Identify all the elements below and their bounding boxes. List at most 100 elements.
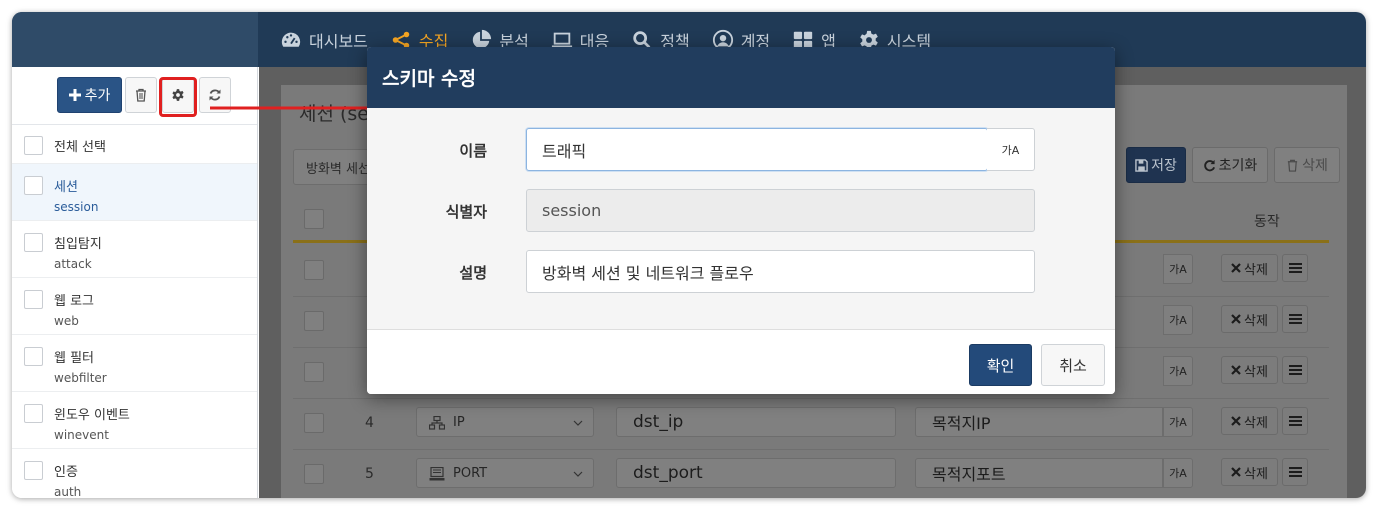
col-action: 동작: [1254, 214, 1280, 230]
item-label: 인증: [54, 465, 78, 480]
field-type-label: PORT: [453, 465, 488, 481]
reset-button[interactable]: 초기화: [1192, 147, 1268, 183]
description-label: 설명: [459, 264, 487, 282]
floppy-icon: [1135, 158, 1148, 172]
chevron-down-icon: [573, 420, 583, 426]
field-name-input[interactable]: dst_ip: [616, 407, 896, 437]
field-type-select[interactable]: IP: [416, 407, 594, 437]
select-all-row[interactable]: 전체 선택: [12, 125, 257, 164]
row-delete-button[interactable]: 삭제: [1221, 356, 1278, 384]
modal-title: 스키마 수정: [367, 47, 1115, 108]
row-delete-button[interactable]: 삭제: [1221, 305, 1278, 333]
schema-list: 전체 선택 세션 session 침입탐지 attack 웹 로그 web 웹 …: [12, 125, 257, 498]
row-checkbox[interactable]: [304, 464, 324, 484]
close-icon: [1231, 416, 1241, 426]
add-schema-button[interactable]: 추가: [57, 77, 122, 113]
item-code: auth: [54, 485, 82, 498]
save-button[interactable]: 저장: [1126, 147, 1186, 183]
row-delete-button[interactable]: 삭제: [1221, 254, 1278, 282]
table-row: 5 PORT dst_port 목적지포트 가A 삭제: [293, 450, 1329, 498]
field-name-input[interactable]: dst_port: [616, 458, 896, 488]
item-code: webfilter: [54, 371, 107, 385]
list-item[interactable]: 웹 로그 web: [12, 278, 257, 335]
modal-footer: 확인 취소: [367, 330, 1115, 394]
row-checkbox[interactable]: [304, 311, 324, 331]
nav-dashboard[interactable]: 대시보드: [280, 28, 368, 52]
korean-toggle-button[interactable]: 가A: [1163, 407, 1193, 437]
row-delete-label: 삭제: [1244, 364, 1268, 380]
item-checkbox[interactable]: [24, 176, 43, 195]
row-delete-button[interactable]: 삭제: [1221, 407, 1278, 435]
menu-icon: [1288, 263, 1302, 273]
nav-dashboard-label: 대시보드: [309, 31, 368, 51]
dashboard-icon: [281, 32, 301, 47]
item-checkbox[interactable]: [24, 233, 43, 252]
schema-sidebar: 추가 전체 선택 세션 session 침입탐지 attack 웹 로그 web…: [12, 67, 258, 498]
korean-toggle-button[interactable]: 가A: [1163, 254, 1193, 284]
item-checkbox[interactable]: [24, 404, 43, 423]
row-menu-button[interactable]: [1282, 458, 1308, 486]
list-item[interactable]: 침입탐지 attack: [12, 221, 257, 278]
header-checkbox[interactable]: [304, 209, 324, 229]
identifier-field: session: [526, 189, 1035, 232]
row-menu-button[interactable]: [1282, 305, 1308, 333]
list-item[interactable]: 인증 auth: [12, 449, 257, 498]
korean-toggle-button[interactable]: 가A: [1163, 305, 1193, 335]
identifier-label: 식별자: [445, 203, 487, 221]
row-menu-button[interactable]: [1282, 356, 1308, 384]
field-type-label: IP: [453, 414, 465, 430]
server-icon: [429, 467, 445, 481]
item-checkbox[interactable]: [24, 290, 43, 309]
reset-label: 초기화: [1218, 158, 1258, 174]
row-checkbox[interactable]: [304, 260, 324, 280]
edit-schema-modal: 스키마 수정 이름 트래픽 가A 식별자 session 설명 방화벽 세션 및…: [367, 47, 1115, 394]
item-code: attack: [54, 257, 92, 271]
close-icon: [1231, 365, 1241, 375]
item-checkbox[interactable]: [24, 347, 43, 366]
list-item[interactable]: 웹 필터 webfilter: [12, 335, 257, 392]
row-checkbox[interactable]: [304, 413, 324, 433]
item-label: 웹 로그: [54, 294, 95, 309]
item-label: 윈도우 이벤트: [54, 408, 130, 423]
select-all-label: 전체 선택: [54, 140, 106, 155]
delete-button[interactable]: 삭제: [1274, 147, 1340, 183]
menu-icon: [1288, 416, 1302, 426]
confirm-button[interactable]: 확인: [969, 344, 1032, 386]
row-menu-button[interactable]: [1282, 254, 1308, 282]
row-delete-label: 삭제: [1244, 415, 1268, 431]
item-code: web: [54, 314, 79, 328]
item-checkbox[interactable]: [24, 461, 43, 480]
delete-schema-button[interactable]: [125, 77, 157, 113]
field-desc-input[interactable]: 목적지IP: [915, 407, 1163, 437]
list-item[interactable]: 세션 session: [12, 164, 257, 221]
list-item[interactable]: 윈도우 이벤트 winevent: [12, 392, 257, 449]
korean-toggle-button[interactable]: 가A: [1163, 458, 1193, 488]
menu-icon: [1288, 314, 1302, 324]
korean-toggle-button[interactable]: 가A: [987, 128, 1035, 171]
delete-label: 삭제: [1302, 158, 1328, 174]
item-label: 세션: [54, 180, 78, 195]
row-menu-button[interactable]: [1282, 407, 1308, 435]
refresh-icon: [1203, 159, 1215, 171]
row-delete-button[interactable]: 삭제: [1221, 458, 1278, 486]
item-label: 웹 필터: [54, 351, 95, 366]
trash-icon: [136, 88, 146, 102]
network-icon: [429, 416, 445, 430]
select-all-checkbox[interactable]: [24, 136, 43, 155]
korean-toggle-button[interactable]: 가A: [1163, 356, 1193, 386]
plus-icon: [68, 89, 81, 101]
description-input[interactable]: 방화벽 세션 및 네트워크 플로우: [526, 250, 1035, 293]
cancel-button[interactable]: 취소: [1041, 344, 1105, 386]
field-desc-input[interactable]: 목적지포트: [915, 458, 1163, 488]
name-input[interactable]: 트래픽: [526, 128, 988, 171]
row-number: 4: [365, 415, 374, 431]
row-delete-label: 삭제: [1244, 313, 1268, 329]
close-icon: [1231, 314, 1241, 324]
field-type-select[interactable]: PORT: [416, 458, 594, 488]
menu-icon: [1288, 365, 1302, 375]
row-checkbox[interactable]: [304, 362, 324, 382]
menu-icon: [1288, 467, 1302, 477]
close-icon: [1231, 263, 1241, 273]
chevron-down-icon: [573, 471, 583, 477]
save-label: 저장: [1151, 158, 1177, 174]
